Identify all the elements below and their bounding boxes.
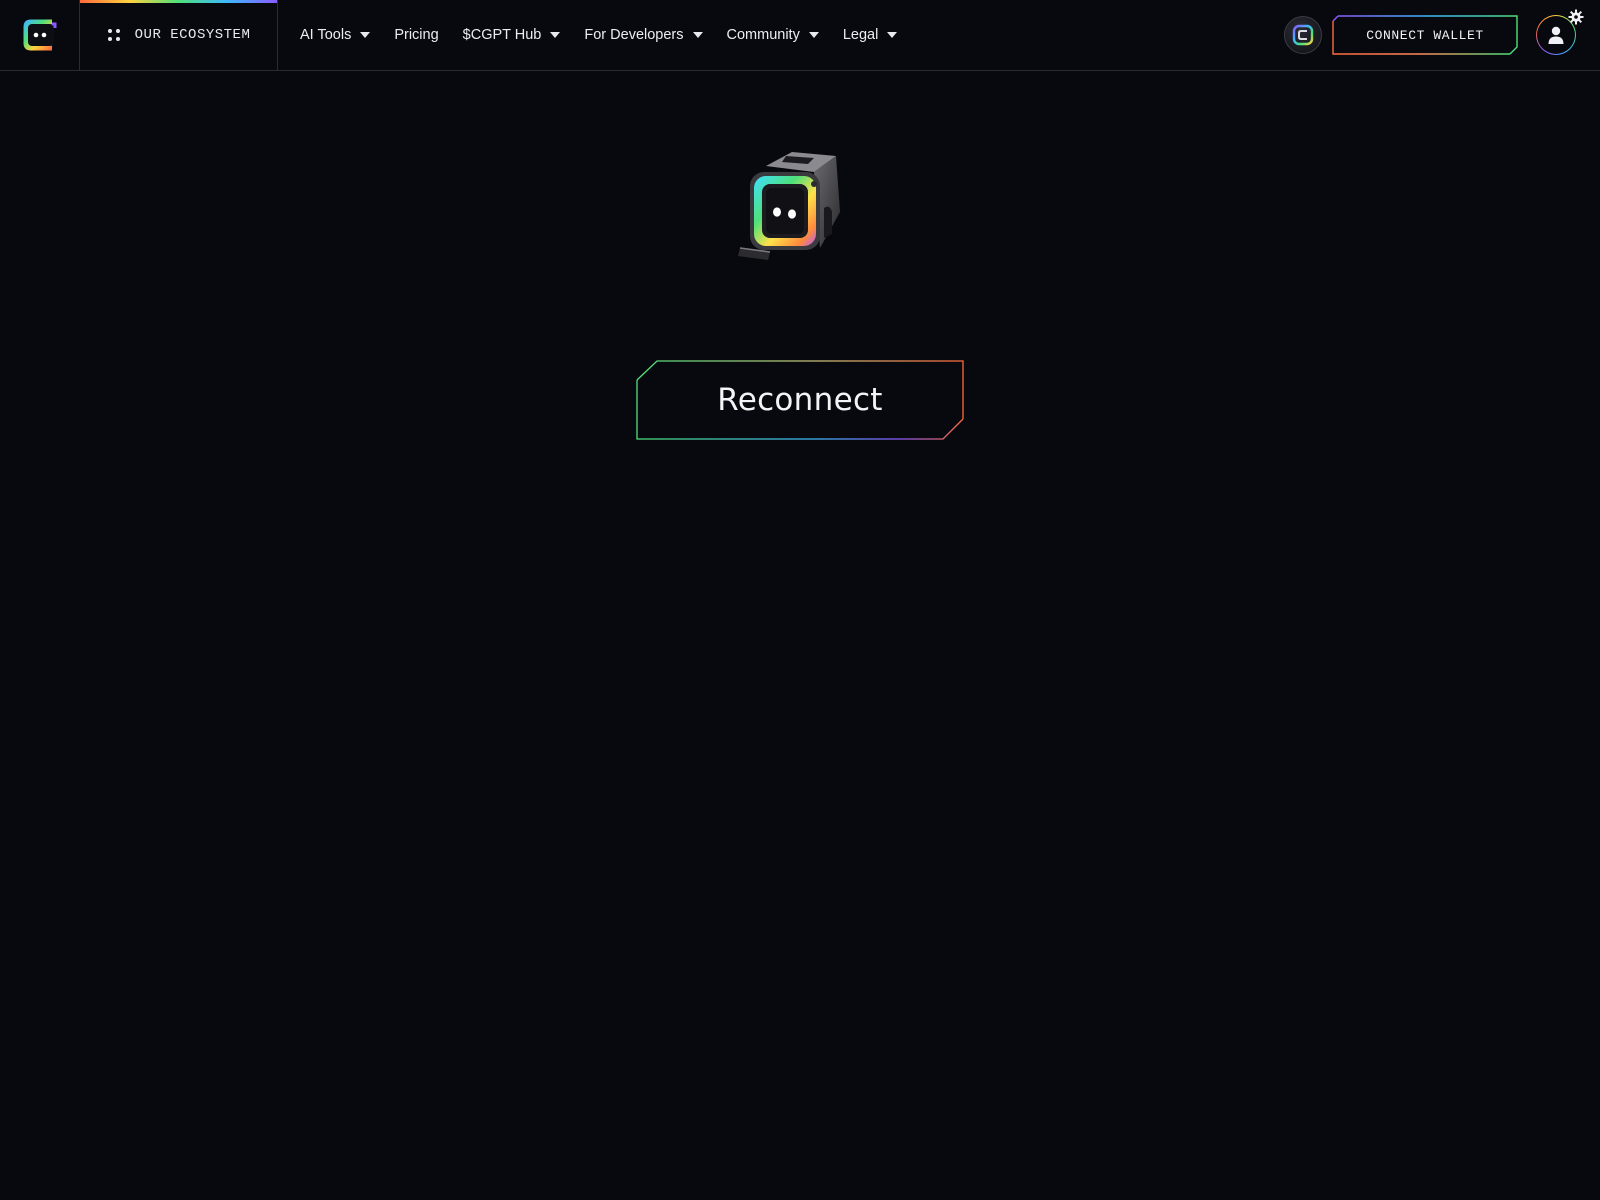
menu-item-label: Pricing <box>394 27 439 43</box>
chevron-down-icon <box>550 32 561 38</box>
logo-cell[interactable] <box>0 0 80 70</box>
user-icon <box>1548 26 1564 44</box>
connect-wallet-label: CONNECT WALLET <box>1366 27 1484 43</box>
menu-item-for-developers[interactable]: For Developers <box>584 27 703 43</box>
menu-item-label: For Developers <box>584 27 684 43</box>
menu-item-label: AI Tools <box>300 27 352 43</box>
connect-wallet-button[interactable]: CONNECT WALLET <box>1332 15 1518 55</box>
our-ecosystem-button[interactable]: OUR ECOSYSTEM <box>80 0 278 70</box>
menu-item-community[interactable]: Community <box>727 27 819 43</box>
grid-dots-icon <box>107 29 120 41</box>
top-navbar: OUR ECOSYSTEM AI Tools Pricing $CGPT Hub… <box>0 0 1600 71</box>
robot-cube-mascot <box>738 152 840 260</box>
menu-item-cgpt-hub[interactable]: $CGPT Hub <box>463 27 561 43</box>
menu-item-label: Community <box>726 27 800 43</box>
menu-item-pricing[interactable]: Pricing <box>394 27 438 43</box>
chevron-down-icon <box>808 32 819 38</box>
reconnect-label: Reconnect <box>717 382 883 418</box>
our-ecosystem-label: OUR ECOSYSTEM <box>134 27 251 43</box>
gear-icon[interactable] <box>1568 9 1584 25</box>
chevron-down-icon <box>360 32 371 38</box>
menu-item-legal[interactable]: Legal <box>842 27 898 43</box>
navbar-right-tools: CONNECT WALLET <box>1284 0 1600 70</box>
menu-item-label: Legal <box>842 27 879 43</box>
cgpt-token-button[interactable] <box>1284 16 1322 54</box>
menu-item-label: $CGPT Hub <box>462 27 542 43</box>
menu-item-ai-tools[interactable]: AI Tools <box>300 27 371 43</box>
chevron-down-icon <box>692 32 703 38</box>
chaingpt-logo-icon[interactable] <box>19 14 61 56</box>
main-menu: AI Tools Pricing $CGPT Hub For Developer… <box>300 27 898 43</box>
reconnect-button[interactable]: Reconnect <box>636 360 964 440</box>
profile-button[interactable] <box>1536 9 1584 55</box>
chevron-down-icon <box>887 32 898 38</box>
cgpt-token-icon <box>1292 24 1314 46</box>
